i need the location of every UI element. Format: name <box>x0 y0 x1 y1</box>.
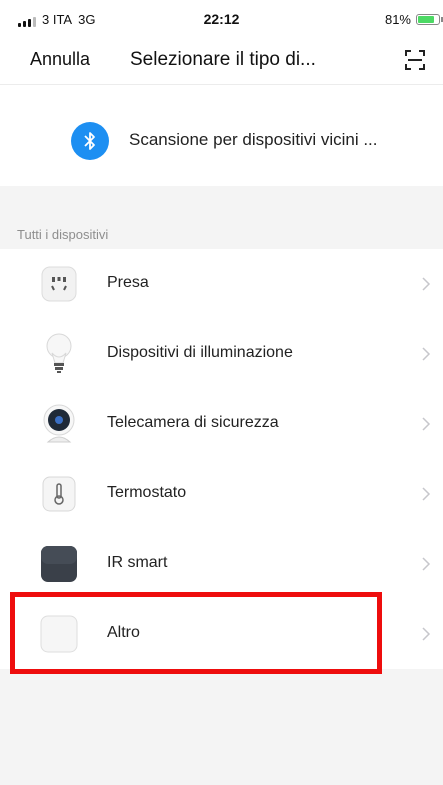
bluetooth-scan-label: Scansione per dispositivi vicini ... <box>129 130 378 149</box>
battery-percent: 81% <box>384 12 411 27</box>
device-row-termostato[interactable]: Termostato <box>0 459 443 529</box>
thermostat-icon <box>39 474 79 514</box>
device-row-illuminazione[interactable]: Dispositivi di illuminazione <box>0 319 443 389</box>
other-device-icon <box>39 614 79 654</box>
cancel-button[interactable]: Annulla <box>30 49 90 70</box>
device-label: IR smart <box>107 554 168 571</box>
chevron-right-icon <box>422 417 431 431</box>
device-row-telecamera[interactable]: Telecamera di sicurezza <box>0 389 443 459</box>
socket-icon <box>39 264 79 304</box>
chevron-right-icon <box>422 347 431 361</box>
device-label: Telecamera di sicurezza <box>107 414 279 431</box>
status-right: 81% <box>385 12 443 27</box>
device-row-altro[interactable]: Altro <box>0 599 443 669</box>
page-title: Selezionare il tipo di... <box>130 49 316 70</box>
status-bar: 3 ITA 3G 22:12 81% <box>0 0 443 40</box>
bluetooth-scan-row[interactable]: Scansione per dispositivi vicini ... <box>0 96 443 186</box>
section-label: Tutti i dispositivi <box>17 227 109 242</box>
navigation-bar: Annulla Selezionare il tipo di... <box>0 40 443 85</box>
ir-remote-icon <box>39 544 79 584</box>
device-row-presa[interactable]: Presa <box>0 249 443 319</box>
chevron-right-icon <box>422 277 431 291</box>
status-time: 22:12 <box>203 11 240 27</box>
battery-icon <box>416 14 440 25</box>
chevron-right-icon <box>422 487 431 501</box>
section-header: Tutti i dispositivi <box>0 186 443 249</box>
bluetooth-icon <box>71 122 109 160</box>
qr-scan-icon[interactable] <box>404 49 426 71</box>
device-label: Presa <box>107 274 149 291</box>
device-row-ir-smart[interactable]: IR smart <box>0 529 443 599</box>
device-label: Altro <box>107 624 140 641</box>
chevron-right-icon <box>422 627 431 641</box>
device-label: Dispositivi di illuminazione <box>107 344 293 361</box>
security-camera-icon <box>39 404 79 444</box>
empty-area <box>0 669 443 785</box>
light-bulb-icon <box>39 333 79 374</box>
device-type-list: Presa Dispositivi di illuminazione Telec… <box>0 249 443 669</box>
chevron-right-icon <box>422 557 431 571</box>
device-label: Termostato <box>107 484 187 501</box>
